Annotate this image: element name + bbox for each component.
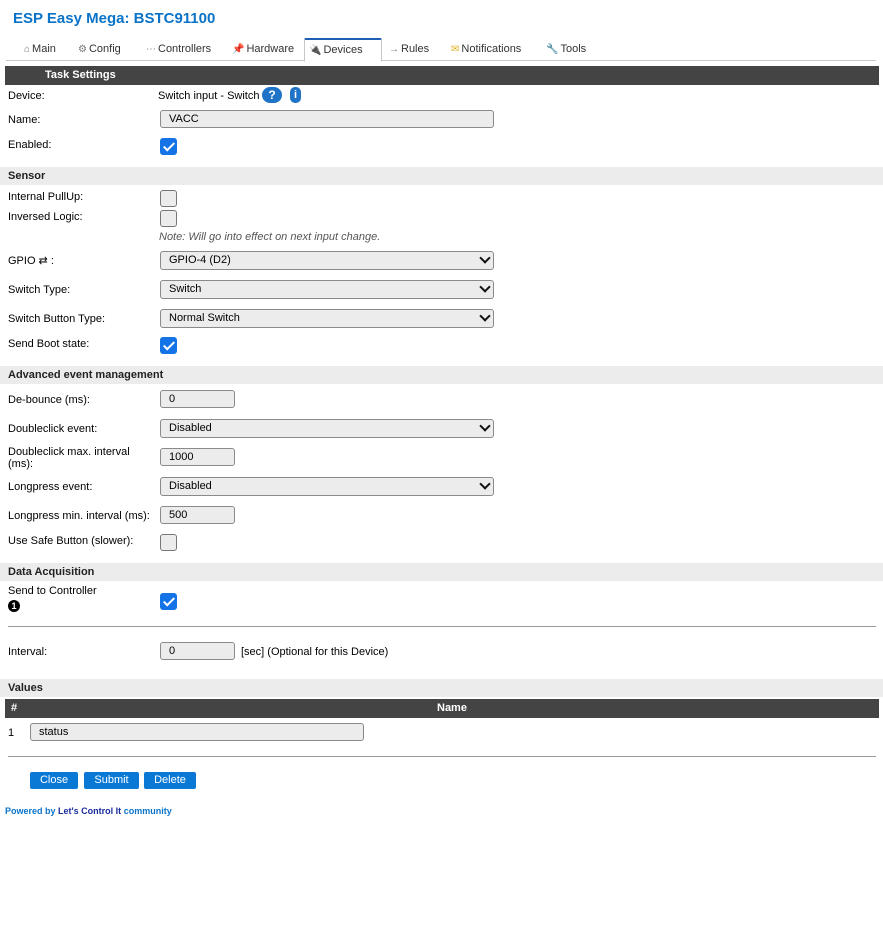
envelope-icon: ✉ xyxy=(451,44,460,55)
page-title: ESP Easy Mega: BSTC91100 xyxy=(13,10,216,27)
footer: Powered by Let's Control It community xyxy=(5,806,172,816)
delete-button[interactable]: Delete xyxy=(144,772,196,789)
tab-devices[interactable]: 🔌 Devices xyxy=(304,38,382,62)
gpio-label: GPIO ⇄ : xyxy=(8,255,54,267)
longpress-interval-input[interactable]: 500 xyxy=(160,506,235,524)
tab-notifications[interactable]: ✉ Notifications xyxy=(447,40,525,59)
note-text: Note: Will go into effect on next input … xyxy=(159,231,381,243)
tab-config[interactable]: ⚙ Config xyxy=(74,40,125,59)
data-acquisition-section: Data Acquisition xyxy=(0,563,883,581)
switch-button-select[interactable]: Normal Switch xyxy=(160,309,494,328)
gpio-select[interactable]: GPIO-4 (D2) xyxy=(160,251,494,270)
help-icon[interactable]: ? xyxy=(262,87,282,103)
chevron-down-icon xyxy=(479,310,491,322)
values-section: Values xyxy=(0,679,883,697)
doubleclick-select[interactable]: Disabled xyxy=(160,419,494,438)
longpress-label: Longpress event: xyxy=(8,481,93,493)
wrench-icon: 🔧 xyxy=(546,44,559,55)
plug-icon: 🔌 xyxy=(309,45,322,56)
divider xyxy=(8,626,876,627)
debounce-label: De-bounce (ms): xyxy=(8,394,90,406)
controller-number-badge: 1 xyxy=(8,600,20,612)
enabled-label: Enabled: xyxy=(8,139,52,151)
divider xyxy=(8,756,876,757)
controllers-icon: ⋯ xyxy=(146,44,156,55)
boot-state-label: Send Boot state: xyxy=(8,338,90,350)
inversed-label: Inversed Logic: xyxy=(8,211,83,223)
longpress-interval-label: Longpress min. interval (ms): xyxy=(8,510,150,522)
arrow-icon: → xyxy=(389,44,399,55)
safe-button-checkbox[interactable] xyxy=(160,534,177,551)
advanced-section: Advanced event management xyxy=(0,366,883,384)
task-settings-header: Task Settings xyxy=(5,66,879,85)
chevron-down-icon xyxy=(479,420,491,432)
submit-button[interactable]: Submit xyxy=(84,772,139,789)
value-index: 1 xyxy=(8,727,15,739)
gear-icon: ⚙ xyxy=(78,44,87,55)
send-controller-checkbox[interactable] xyxy=(160,593,177,610)
chevron-down-icon xyxy=(479,478,491,490)
value-name-input[interactable]: status xyxy=(30,723,364,741)
name-input[interactable]: VACC xyxy=(160,110,494,128)
tab-rules[interactable]: → Rules xyxy=(385,40,433,59)
longpress-select[interactable]: Disabled xyxy=(160,477,494,496)
debounce-input[interactable]: 0 xyxy=(160,390,235,408)
switch-type-label: Switch Type: xyxy=(8,284,71,296)
close-button[interactable]: Close xyxy=(30,772,78,789)
tab-controllers[interactable]: ⋯ Controllers xyxy=(142,40,215,59)
name-label: Name: xyxy=(8,114,41,126)
home-icon: ⌂ xyxy=(24,44,31,55)
doubleclick-label: Doubleclick event: xyxy=(8,423,98,435)
doubleclick-interval-input[interactable]: 1000 xyxy=(160,448,235,466)
send-controller-label: Send to Controller xyxy=(8,585,97,597)
device-value: Switch input - Switch xyxy=(158,90,260,102)
doubleclick-interval-label: Doubleclick max. interval (ms): xyxy=(8,446,130,470)
values-table-header: # Name xyxy=(5,699,879,718)
enabled-checkbox[interactable] xyxy=(160,138,177,155)
chevron-down-icon xyxy=(479,281,491,293)
interval-input[interactable]: 0 xyxy=(160,642,235,660)
interval-label: Interval: xyxy=(8,646,48,658)
tab-tools[interactable]: 🔧 Tools xyxy=(542,40,590,59)
switch-type-select[interactable]: Switch xyxy=(160,280,494,299)
tab-main[interactable]: ⌂ Main xyxy=(20,40,60,59)
footer-link[interactable]: Let's Control It xyxy=(58,806,121,816)
main-tabs: ⌂ Main ⚙ Config ⋯ Controllers 📌 Hardware 🔌 De… xyxy=(6,38,876,62)
device-label: Device: xyxy=(8,90,45,102)
chevron-down-icon xyxy=(479,252,491,264)
switch-button-label: Switch Button Type: xyxy=(8,313,106,325)
pullup-label: Internal PullUp: xyxy=(8,191,84,203)
safe-button-label: Use Safe Button (slower): xyxy=(8,535,134,547)
inversed-checkbox[interactable] xyxy=(160,210,177,227)
tab-hardware[interactable]: 📌 Hardware xyxy=(228,40,298,59)
pin-icon: 📌 xyxy=(232,44,245,55)
interval-unit: [sec] (Optional for this Device) xyxy=(241,646,389,658)
pullup-checkbox[interactable] xyxy=(160,190,177,207)
boot-state-checkbox[interactable] xyxy=(160,337,177,354)
info-icon[interactable]: i xyxy=(290,87,301,103)
sensor-section: Sensor xyxy=(0,167,883,185)
